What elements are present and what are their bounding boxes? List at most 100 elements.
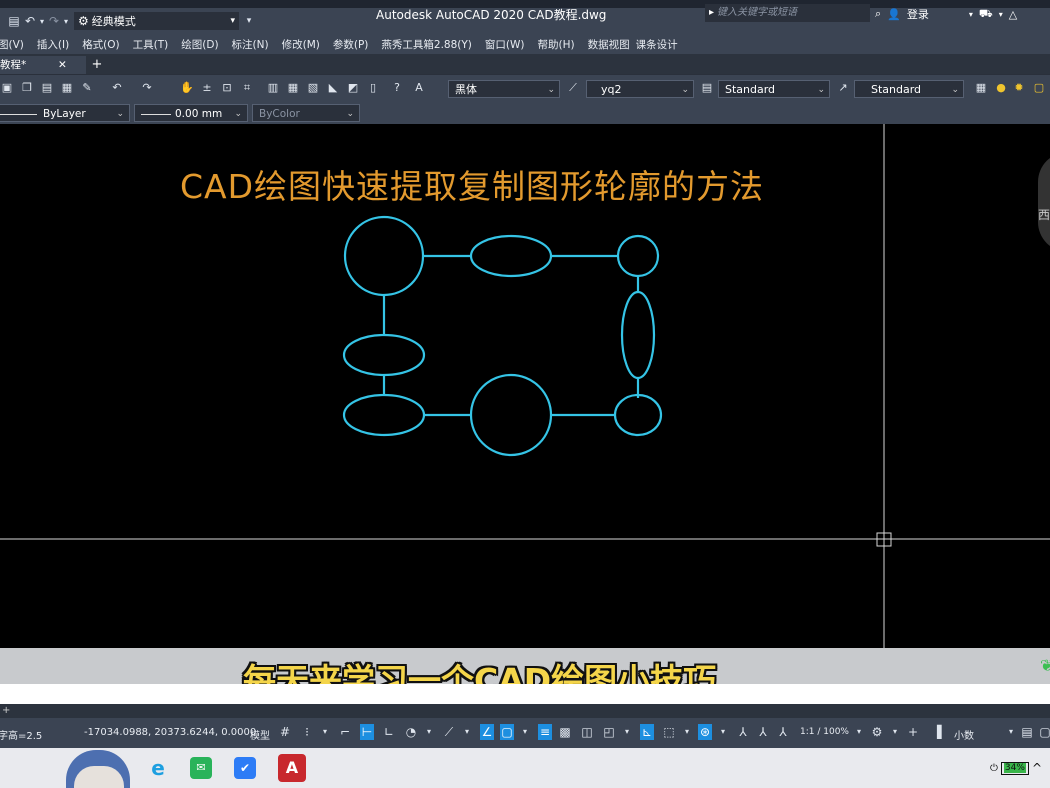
selection-filter-icon[interactable]: ⬚ (662, 724, 676, 740)
menu-item-data-view[interactable]: 数据视图 (588, 37, 630, 52)
feishu-app-icon[interactable]: ✔ (234, 757, 256, 779)
login-button[interactable]: 登录 (907, 6, 929, 22)
search-input[interactable]: ▸ 键入关键字或短语 (705, 4, 870, 22)
command-input-strip[interactable] (0, 684, 1050, 704)
cart-icon[interactable]: ⛟ (979, 7, 993, 22)
match-properties-icon[interactable]: ✎ (80, 81, 94, 95)
widgets-icon[interactable] (66, 750, 130, 788)
annotation-scale-readout[interactable]: 1:1 / 100% (800, 727, 849, 737)
add-icon[interactable]: + (906, 724, 920, 740)
user-icon[interactable]: 👤 (887, 8, 901, 21)
login-dropdown-icon[interactable]: ▾ (969, 10, 973, 19)
gizmo-dropdown-icon[interactable]: ▾ (716, 724, 730, 740)
menu-item-dimension[interactable]: 标注(N) (232, 37, 269, 52)
selection-cycling-icon[interactable]: ◫ (580, 724, 594, 740)
new-tab-button[interactable]: + (88, 56, 106, 74)
layer-bulb-icon[interactable]: ● (994, 81, 1008, 95)
annotation-visibility-icon[interactable]: ⅄ (736, 724, 750, 740)
menu-item-draw[interactable]: 绘图(D) (181, 37, 218, 52)
coordinates-readout[interactable]: -17034.0988, 20373.6244, 0.0000 (84, 727, 256, 738)
dim-style-combo[interactable]: yq2 ⌄ (586, 80, 694, 98)
units-icon[interactable]: ▐ (930, 724, 944, 740)
menu-item-insert[interactable]: 插入(I) (37, 37, 69, 52)
redo-dropdown-icon[interactable]: ▾ (62, 17, 70, 26)
add-layout-button[interactable]: + (2, 705, 10, 716)
battery-indicator[interactable]: ⏻ 34% ^ (990, 761, 1042, 775)
menu-item-modify[interactable]: 修改(M) (282, 37, 320, 52)
object-snap-icon[interactable]: ▢ (500, 724, 514, 740)
table-style-icon[interactable]: ▤ (700, 81, 714, 95)
zoom-previous-icon[interactable]: ⌗ (240, 81, 254, 95)
polar-tracking-icon[interactable]: ◔ (404, 724, 418, 740)
undo-icon[interactable]: ↶ (110, 81, 124, 95)
workspace-dropdown-icon[interactable]: ▾ (888, 724, 902, 740)
dim-style-icon[interactable]: ⟋ (566, 81, 580, 95)
text-style-icon[interactable]: A (412, 81, 426, 95)
undo-dropdown-icon[interactable]: ▾ (38, 17, 46, 26)
zoom-realtime-icon[interactable]: ± (200, 81, 214, 95)
redo-icon[interactable]: ↷ (46, 14, 62, 28)
pan-icon[interactable]: ✋ (180, 81, 194, 95)
customize-qat-icon[interactable]: ▾ (241, 16, 257, 26)
cart-dropdown-icon[interactable]: ▾ (999, 10, 1003, 19)
scale-dropdown-icon[interactable]: ▾ (852, 724, 866, 740)
menu-item-view[interactable]: 图(V) (0, 37, 24, 52)
tab-drawing[interactable]: 教程* ✕ (0, 56, 86, 74)
auto-scale-icon[interactable]: ⅄ (756, 724, 770, 740)
edge-browser-icon[interactable]: e (144, 754, 172, 782)
linetype-combo[interactable]: ByLayer ⌄ (0, 104, 130, 122)
dynamic-ucs-icon[interactable]: ⊾ (640, 724, 654, 740)
3d-osnap-dropdown-icon[interactable]: ▾ (620, 724, 634, 740)
save-icon[interactable]: ▤ (6, 14, 22, 28)
undo-icon[interactable]: ↶ (22, 14, 38, 28)
sheet-set-icon[interactable]: ◣ (326, 81, 340, 95)
multileader-style-combo[interactable]: Standard ⌄ (854, 80, 964, 98)
table-style-combo[interactable]: Standard ⌄ (718, 80, 830, 98)
green-app-icon[interactable]: ❦ (1040, 656, 1050, 675)
units-readout[interactable]: 小数 (954, 727, 974, 742)
annotation-scale-icon[interactable]: ⅄ (776, 724, 790, 740)
autodesk-a360-icon[interactable]: △ (1009, 8, 1017, 21)
snap-dropdown-icon[interactable]: ▾ (318, 724, 332, 740)
zoom-window-icon[interactable]: ⊡ (220, 81, 234, 95)
tool-palettes-icon[interactable]: ▧ (306, 81, 320, 95)
units-dropdown-icon[interactable]: ▾ (1004, 724, 1018, 740)
multileader-style-icon[interactable]: ↗ (836, 81, 850, 95)
dynamic-input-icon[interactable]: ⊢ (360, 724, 374, 740)
polar-dropdown-icon[interactable]: ▾ (422, 724, 436, 740)
chevron-up-icon[interactable]: ^ (1032, 761, 1042, 775)
gizmo-icon[interactable]: ⊛ (698, 724, 712, 740)
lineweight-combo[interactable]: 0.00 mm ⌄ (134, 104, 248, 122)
redo-icon[interactable]: ↷ (140, 81, 154, 95)
customization-icon[interactable]: ▢ (1038, 724, 1050, 740)
menu-item-parametric[interactable]: 参数(P) (333, 37, 369, 52)
drawing-canvas[interactable]: CAD绘图快速提取复制图形轮廓的方法 西 (0, 124, 1050, 648)
layer-properties-icon[interactable]: ▦ (974, 81, 988, 95)
isodraft-icon[interactable]: ⟋ (442, 724, 456, 740)
grid-icon[interactable]: # (278, 724, 292, 740)
markup-icon[interactable]: ◩ (346, 81, 360, 95)
design-center-icon[interactable]: ▦ (286, 81, 300, 95)
properties-icon[interactable]: ▥ (266, 81, 280, 95)
model-space-button[interactable]: 模型 (250, 727, 270, 742)
selection-filter-dropdown-icon[interactable]: ▾ (680, 724, 694, 740)
copy-icon[interactable]: ❐ (20, 81, 34, 95)
help-icon[interactable]: ? (390, 81, 404, 95)
close-icon[interactable]: ✕ (58, 56, 67, 74)
paste-icon[interactable]: ▤ (40, 81, 54, 95)
binoculars-icon[interactable]: ⌕ (875, 7, 881, 21)
menu-item-window[interactable]: 窗口(W) (485, 37, 525, 52)
layer-lock-icon[interactable]: ▢ (1032, 81, 1046, 95)
menu-item-format[interactable]: 格式(O) (82, 37, 119, 52)
infer-constraints-icon[interactable]: ⌐ (338, 724, 352, 740)
menu-item-yanxiu-toolbox[interactable]: 燕秀工具箱2.88(Y) (381, 37, 472, 52)
ortho-icon[interactable]: ∟ (382, 724, 396, 740)
workspace-switching-gear-icon[interactable]: ⚙ (870, 724, 884, 740)
calculator-icon[interactable]: ▯ (366, 81, 380, 95)
3d-osnap-icon[interactable]: ◰ (602, 724, 616, 740)
text-style-combo[interactable]: 黑体 ⌄ (448, 80, 560, 98)
open-icon[interactable]: ▣ (0, 81, 14, 95)
layer-sun-icon[interactable]: ✹ (1012, 81, 1026, 95)
paste-special-icon[interactable]: ▦ (60, 81, 74, 95)
quick-properties-icon[interactable]: ▤ (1020, 724, 1034, 740)
